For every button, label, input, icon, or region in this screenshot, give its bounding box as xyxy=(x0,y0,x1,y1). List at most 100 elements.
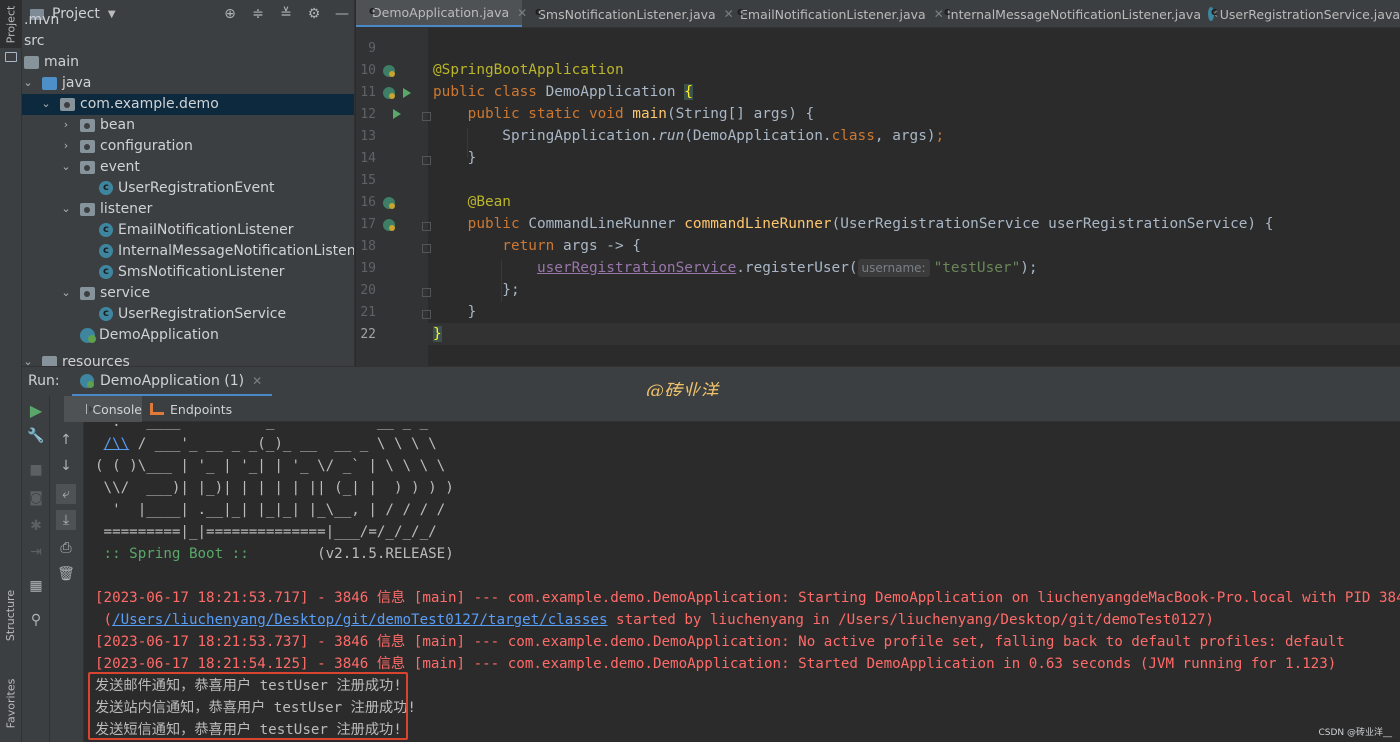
package-icon xyxy=(60,98,75,111)
tree-item-label: listener xyxy=(100,201,153,217)
project-tool-tab[interactable]: Project xyxy=(0,0,22,48)
tab-console-main[interactable]: Console xyxy=(64,396,142,422)
fold-marker-icon[interactable] xyxy=(422,156,431,165)
print-icon[interactable]: ⎙ xyxy=(56,538,76,558)
close-icon[interactable]: ✕ xyxy=(252,374,262,388)
tree-item-label: com.example.demo xyxy=(80,96,219,112)
tree-item-src[interactable]: src xyxy=(22,31,354,52)
run-gutter-icon[interactable] xyxy=(403,88,411,98)
line-number: 19 xyxy=(360,261,376,276)
chevron-down-icon[interactable]: ⌄ xyxy=(22,73,34,94)
fold-marker-icon[interactable] xyxy=(422,288,431,297)
code-token: }; xyxy=(433,282,520,298)
keyword-token: class xyxy=(831,128,875,144)
tab-endpoints[interactable]: Endpoints xyxy=(150,396,232,422)
favorites-tool-tab[interactable]: Favorites xyxy=(0,668,22,738)
method-token: main xyxy=(632,106,667,122)
chevron-down-icon[interactable]: ⌄ xyxy=(22,352,34,366)
favorites-tool-tab-label: Favorites xyxy=(4,678,18,728)
fold-marker-icon[interactable] xyxy=(422,112,431,121)
tab-demo-application[interactable]: DemoApplication.java ✕ xyxy=(356,0,527,27)
chevron-down-icon[interactable]: ⌄ xyxy=(60,199,72,220)
camera-icon[interactable]: ◙ xyxy=(26,488,46,508)
scroll-to-end-icon[interactable]: ⤓ xyxy=(56,510,76,530)
code-line-17: public CommandLineRunner commandLineRunn… xyxy=(433,213,1274,235)
tab-sms-notification-listener[interactable]: SmsNotificationListener.java ✕ xyxy=(522,0,734,27)
csdn-watermark: CSDN @砖业洋__ xyxy=(1318,728,1392,738)
chevron-down-icon[interactable]: ⌄ xyxy=(60,283,72,304)
annotation-token: @SpringBootApplication xyxy=(433,62,624,78)
tab-email-notification-listener[interactable]: EmailNotificationListener.java ✕ xyxy=(724,0,944,27)
stop-icon[interactable]: ■ xyxy=(26,460,46,480)
string-token: "testUser" xyxy=(933,260,1021,276)
tree-item-event[interactable]: ⌄ event xyxy=(22,157,354,178)
tree-item-demo-application[interactable]: DemoApplication xyxy=(22,325,354,346)
fold-marker-icon[interactable] xyxy=(422,222,431,231)
run-label: Run: xyxy=(28,373,60,389)
tree-item-sms-notification-listener[interactable]: c SmsNotificationListener xyxy=(22,262,354,283)
code-editor[interactable]: 9 10 11 12 13 14 15 16 17 18 19 20 21 22… xyxy=(356,28,1400,366)
tree-item-label: bean xyxy=(100,117,135,133)
classpath-link[interactable]: /Users/liuchenyang/Desktop/git/demoTest0… xyxy=(112,612,607,628)
exit-icon[interactable]: ⇥ xyxy=(26,542,46,562)
tree-item-label: src xyxy=(24,33,45,49)
spring-bean-gutter-icon[interactable] xyxy=(383,197,395,209)
layout-icon[interactable]: ▦ xyxy=(26,576,46,596)
keyword-token: public class xyxy=(433,84,546,100)
chevron-right-icon[interactable]: › xyxy=(60,115,72,136)
tree-item-bean[interactable]: › bean xyxy=(22,115,354,136)
chevron-right-icon[interactable]: › xyxy=(60,136,72,157)
project-tool-icon xyxy=(5,52,17,62)
fold-marker-icon[interactable] xyxy=(422,310,431,319)
tree-item-label: SmsNotificationListener xyxy=(118,264,285,280)
chevron-down-icon[interactable]: ⌄ xyxy=(60,157,72,178)
spring-bean-gutter-icon[interactable] xyxy=(383,65,395,77)
code-line-14: } xyxy=(433,147,477,169)
tab-internal-message-notification-listener[interactable]: InternalMessageNotificationListener.java… xyxy=(931,0,1219,27)
tree-item-label: InternalMessageNotificationListener xyxy=(118,243,355,259)
line-number: 10 xyxy=(360,63,376,78)
soft-wrap-icon[interactable]: ⤶ xyxy=(56,484,76,504)
tree-item-com-example-demo[interactable]: ⌄ com.example.demo xyxy=(22,94,354,115)
wrench-icon[interactable]: 🔧 xyxy=(26,426,46,446)
structure-tool-tab[interactable]: Structure xyxy=(0,580,22,650)
code-line-16: @Bean xyxy=(433,191,511,213)
tree-item-user-registration-event[interactable]: c UserRegistrationEvent xyxy=(22,178,354,199)
tree-item-configuration[interactable]: › configuration xyxy=(22,136,354,157)
pin-icon[interactable]: ⚲ xyxy=(26,610,46,630)
code-token: SpringApplication. xyxy=(433,128,659,144)
tree-item-label: main xyxy=(44,54,79,70)
trash-icon[interactable]: 🗑 xyxy=(56,564,76,584)
fold-marker-icon[interactable] xyxy=(422,244,431,253)
spring-bean-gutter-icon[interactable] xyxy=(383,219,395,231)
tab-user-registration-service[interactable]: UserRegistrationService.java xyxy=(1198,0,1400,27)
output-highlight-box xyxy=(88,672,408,740)
tree-item-java[interactable]: ⌄ java xyxy=(22,73,354,94)
tree-item-internal-message-notification-listener[interactable]: c InternalMessageNotificationListener xyxy=(22,241,355,262)
log-line: [2023-06-17 18:21:53.717] - 3846 信息 [mai… xyxy=(95,590,1400,606)
tree-item-resources[interactable]: ⌄ resources xyxy=(22,352,354,366)
run-gutter-icon[interactable] xyxy=(393,109,401,119)
console-output[interactable]: . ____ _ __ _ _ /\\ / ___'_ __ _ _(_)_ _… xyxy=(84,422,1400,742)
chevron-down-icon[interactable]: ⌄ xyxy=(40,94,52,115)
tree-item-listener[interactable]: ⌄ listener xyxy=(22,199,354,220)
package-icon xyxy=(80,203,95,216)
static-method-token: run xyxy=(658,128,685,144)
tree-item-user-registration-service[interactable]: c UserRegistrationService xyxy=(22,304,354,325)
arrow-up-icon[interactable]: ↑ xyxy=(56,430,76,450)
line-number: 9 xyxy=(368,41,376,56)
banner-link-text: /\\ xyxy=(103,436,130,452)
structure-tool-tab-label: Structure xyxy=(4,589,18,641)
spring-bean-gutter-icon[interactable] xyxy=(383,87,395,99)
tree-item-service[interactable]: ⌄ service xyxy=(22,283,354,304)
arrow-down-icon[interactable]: ↓ xyxy=(56,456,76,476)
tree-item-email-notification-listener[interactable]: c EmailNotificationListener xyxy=(22,220,354,241)
run-tab-demo-application[interactable]: DemoApplication (1) ✕ xyxy=(72,367,273,397)
debug-icon[interactable]: ✱ xyxy=(26,516,46,536)
rerun-icon[interactable]: ▶ xyxy=(26,400,46,420)
tree-item-label: resources xyxy=(62,354,130,366)
code-token: (DemoApplication. xyxy=(684,128,832,144)
code-line-22: } xyxy=(428,323,1400,345)
tree-item-mvn[interactable]: .mvn xyxy=(22,10,354,30)
tree-item-main[interactable]: main xyxy=(22,52,354,73)
